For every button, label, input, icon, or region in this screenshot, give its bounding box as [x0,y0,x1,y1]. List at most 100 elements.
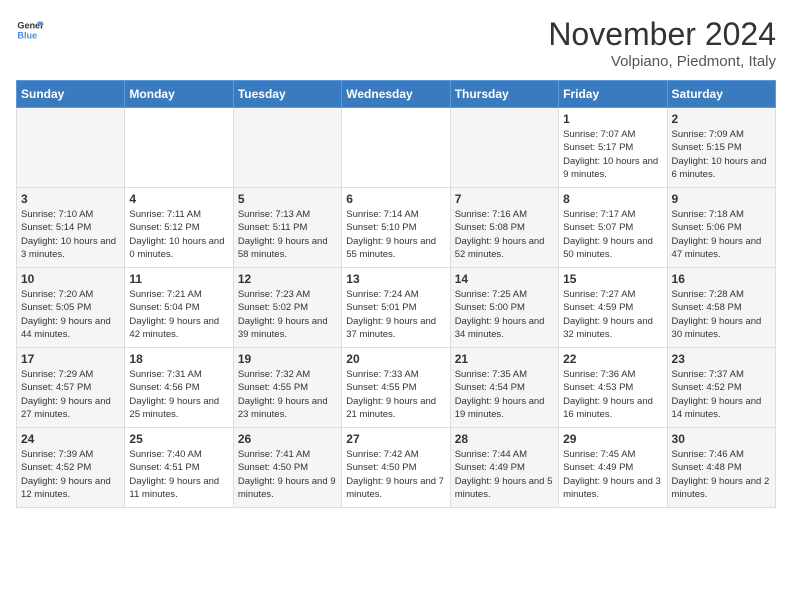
day-info: Sunrise: 7:07 AM Sunset: 5:17 PM Dayligh… [563,128,662,181]
calendar-cell: 22 Sunrise: 7:36 AM Sunset: 4:53 PM Dayli… [559,348,667,428]
day-info: Sunrise: 7:20 AM Sunset: 5:05 PM Dayligh… [21,288,120,341]
day-info: Sunrise: 7:36 AM Sunset: 4:53 PM Dayligh… [563,368,662,421]
day-number: 2 [672,112,771,126]
calendar-cell: 26 Sunrise: 7:41 AM Sunset: 4:50 PM Dayli… [233,428,341,508]
calendar-cell: 8Sunrise: 7:17 AM Sunset: 5:07 PM Daylig… [559,188,667,268]
day-number: 23 [672,352,771,366]
day-number: 19 [238,352,337,366]
day-info: Sunrise: 7:28 AM Sunset: 4:58 PM Dayligh… [672,288,771,341]
calendar-cell: 20Sunrise: 7:33 AM Sunset: 4:55 PM Dayli… [342,348,450,428]
title-block: November 2024 Volpiano, Piedmont, Italy [548,16,776,70]
logo: General Blue [16,16,44,44]
day-info: Sunrise: 7:25 AM Sunset: 5:00 PM Dayligh… [455,288,554,341]
day-info: Sunrise: 7:14 AM Sunset: 5:10 PM Dayligh… [346,208,445,261]
calendar-week-2: 3Sunrise: 7:10 AM Sunset: 5:14 PM Daylig… [17,188,776,268]
calendar-cell: 21 Sunrise: 7:35 AM Sunset: 4:54 PM Dayli… [450,348,558,428]
day-number: 10 [21,272,120,286]
calendar-cell: 14 Sunrise: 7:25 AM Sunset: 5:00 PM Dayli… [450,268,558,348]
day-number: 13 [346,272,445,286]
weekday-header-thursday: Thursday [450,81,558,108]
calendar-cell [450,108,558,188]
day-info: Sunrise: 7:27 AM Sunset: 4:59 PM Dayligh… [563,288,662,341]
day-info: Sunrise: 7:40 AM Sunset: 4:51 PM Dayligh… [129,448,228,501]
day-info: Sunrise: 7:44 AM Sunset: 4:49 PM Dayligh… [455,448,554,501]
calendar-cell: 18 Sunrise: 7:31 AM Sunset: 4:56 PM Dayli… [125,348,233,428]
day-info: Sunrise: 7:42 AM Sunset: 4:50 PM Dayligh… [346,448,445,501]
day-number: 4 [129,192,228,206]
day-number: 17 [21,352,120,366]
calendar-cell: 1 Sunrise: 7:07 AM Sunset: 5:17 PM Daylig… [559,108,667,188]
day-number: 27 [346,432,445,446]
calendar-table: SundayMondayTuesdayWednesdayThursdayFrid… [16,80,776,508]
day-info: Sunrise: 7:45 AM Sunset: 4:49 PM Dayligh… [563,448,662,501]
calendar-week-3: 10 Sunrise: 7:20 AM Sunset: 5:05 PM Dayli… [17,268,776,348]
day-number: 18 [129,352,228,366]
day-number: 1 [563,112,662,126]
day-info: Sunrise: 7:31 AM Sunset: 4:56 PM Dayligh… [129,368,228,421]
day-number: 25 [129,432,228,446]
calendar-cell: 28 Sunrise: 7:44 AM Sunset: 4:49 PM Dayli… [450,428,558,508]
calendar-cell [342,108,450,188]
day-number: 3 [21,192,120,206]
weekday-header-monday: Monday [125,81,233,108]
weekday-header-tuesday: Tuesday [233,81,341,108]
calendar-cell: 17Sunrise: 7:29 AM Sunset: 4:57 PM Dayli… [17,348,125,428]
day-number: 7 [455,192,554,206]
day-number: 29 [563,432,662,446]
day-info: Sunrise: 7:13 AM Sunset: 5:11 PM Dayligh… [238,208,337,261]
logo-icon: General Blue [16,16,44,44]
calendar-cell: 10 Sunrise: 7:20 AM Sunset: 5:05 PM Dayli… [17,268,125,348]
day-info: Sunrise: 7:32 AM Sunset: 4:55 PM Dayligh… [238,368,337,421]
calendar-cell: 29 Sunrise: 7:45 AM Sunset: 4:49 PM Dayli… [559,428,667,508]
calendar-cell: 7 Sunrise: 7:16 AM Sunset: 5:08 PM Daylig… [450,188,558,268]
day-number: 5 [238,192,337,206]
day-number: 26 [238,432,337,446]
calendar-cell: 27 Sunrise: 7:42 AM Sunset: 4:50 PM Dayli… [342,428,450,508]
day-info: Sunrise: 7:24 AM Sunset: 5:01 PM Dayligh… [346,288,445,341]
day-info: Sunrise: 7:46 AM Sunset: 4:48 PM Dayligh… [672,448,771,501]
calendar-cell: 9 Sunrise: 7:18 AM Sunset: 5:06 PM Daylig… [667,188,775,268]
calendar-cell: 2 Sunrise: 7:09 AM Sunset: 5:15 PM Daylig… [667,108,775,188]
calendar-week-1: 1 Sunrise: 7:07 AM Sunset: 5:17 PM Daylig… [17,108,776,188]
calendar-week-5: 24Sunrise: 7:39 AM Sunset: 4:52 PM Dayli… [17,428,776,508]
weekday-header-sunday: Sunday [17,81,125,108]
day-number: 9 [672,192,771,206]
month-title: November 2024 [548,16,776,53]
calendar-cell: 13 Sunrise: 7:24 AM Sunset: 5:01 PM Dayli… [342,268,450,348]
calendar-cell [17,108,125,188]
weekday-header-row: SundayMondayTuesdayWednesdayThursdayFrid… [17,81,776,108]
day-number: 12 [238,272,337,286]
day-number: 6 [346,192,445,206]
day-info: Sunrise: 7:41 AM Sunset: 4:50 PM Dayligh… [238,448,337,501]
day-number: 8 [563,192,662,206]
day-info: Sunrise: 7:16 AM Sunset: 5:08 PM Dayligh… [455,208,554,261]
calendar-cell: 15 Sunrise: 7:27 AM Sunset: 4:59 PM Dayli… [559,268,667,348]
day-number: 24 [21,432,120,446]
calendar-cell: 12 Sunrise: 7:23 AM Sunset: 5:02 PM Dayli… [233,268,341,348]
svg-text:Blue: Blue [17,30,37,40]
calendar-cell: 30 Sunrise: 7:46 AM Sunset: 4:48 PM Dayli… [667,428,775,508]
calendar-cell: 11Sunrise: 7:21 AM Sunset: 5:04 PM Dayli… [125,268,233,348]
day-info: Sunrise: 7:37 AM Sunset: 4:52 PM Dayligh… [672,368,771,421]
page-header: General Blue November 2024 Volpiano, Pie… [16,16,776,70]
day-info: Sunrise: 7:11 AM Sunset: 5:12 PM Dayligh… [129,208,228,261]
day-number: 14 [455,272,554,286]
day-number: 30 [672,432,771,446]
calendar-cell: 5 Sunrise: 7:13 AM Sunset: 5:11 PM Daylig… [233,188,341,268]
day-number: 15 [563,272,662,286]
calendar-cell: 25 Sunrise: 7:40 AM Sunset: 4:51 PM Dayli… [125,428,233,508]
calendar-cell: 23 Sunrise: 7:37 AM Sunset: 4:52 PM Dayli… [667,348,775,428]
calendar-cell: 6 Sunrise: 7:14 AM Sunset: 5:10 PM Daylig… [342,188,450,268]
day-info: Sunrise: 7:18 AM Sunset: 5:06 PM Dayligh… [672,208,771,261]
location-subtitle: Volpiano, Piedmont, Italy [548,53,776,70]
day-number: 22 [563,352,662,366]
day-info: Sunrise: 7:23 AM Sunset: 5:02 PM Dayligh… [238,288,337,341]
calendar-week-4: 17Sunrise: 7:29 AM Sunset: 4:57 PM Dayli… [17,348,776,428]
day-number: 11 [129,272,228,286]
day-info: Sunrise: 7:09 AM Sunset: 5:15 PM Dayligh… [672,128,771,181]
day-number: 21 [455,352,554,366]
day-info: Sunrise: 7:35 AM Sunset: 4:54 PM Dayligh… [455,368,554,421]
calendar-cell: 24Sunrise: 7:39 AM Sunset: 4:52 PM Dayli… [17,428,125,508]
day-number: 28 [455,432,554,446]
calendar-cell [233,108,341,188]
